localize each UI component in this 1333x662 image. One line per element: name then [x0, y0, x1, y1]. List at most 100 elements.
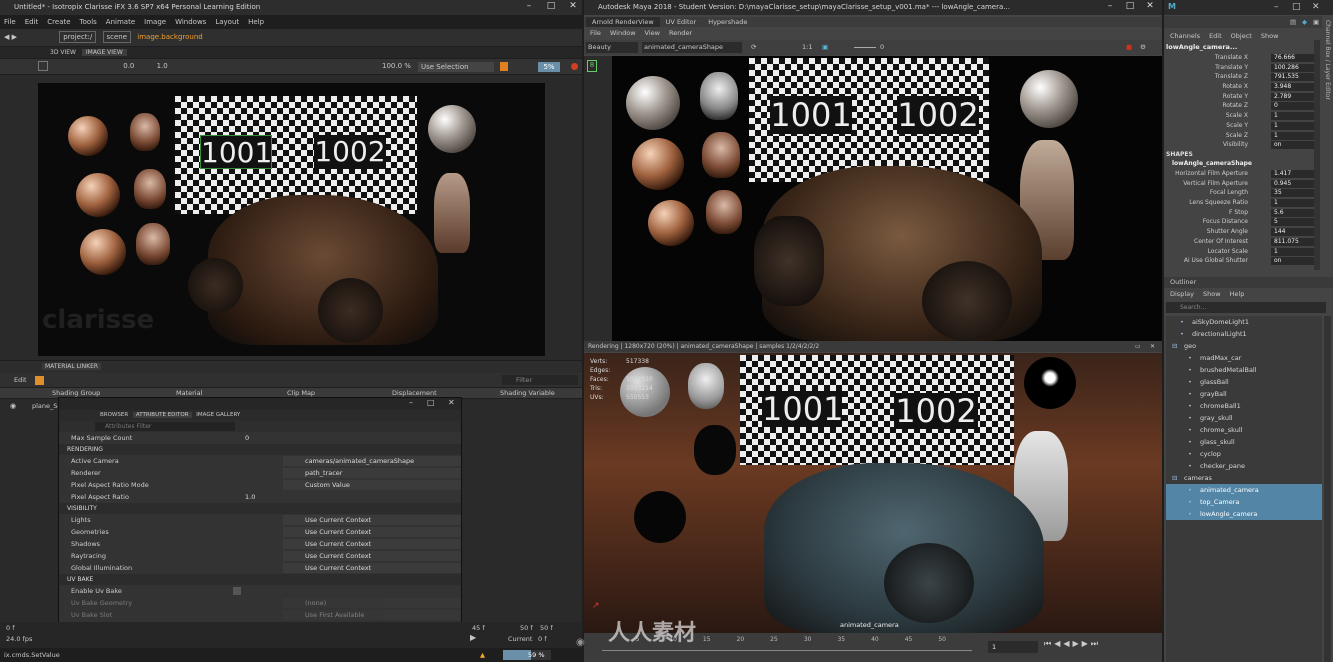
- menu-item-display[interactable]: Display: [1170, 289, 1194, 300]
- menu-item-create[interactable]: Create: [47, 16, 70, 28]
- enable-checkbox[interactable]: [233, 587, 241, 595]
- record-icon[interactable]: [571, 63, 578, 70]
- outliner-search[interactable]: Search...: [1166, 302, 1326, 313]
- close-button[interactable]: ✕: [1312, 2, 1320, 12]
- close-icon[interactable]: ✕: [1150, 341, 1155, 352]
- attributes-filter-input[interactable]: Attributes Filter: [95, 422, 235, 431]
- camera-dropdown[interactable]: animated_cameraShape: [642, 42, 742, 53]
- tab-uv-editor[interactable]: UV Editor: [660, 17, 703, 27]
- back-icon[interactable]: ◀: [4, 33, 9, 41]
- attr-value[interactable]: Use Current Context: [283, 539, 461, 549]
- layer-icon[interactable]: 8: [587, 60, 597, 72]
- channel-value[interactable]: 1: [1271, 199, 1316, 208]
- channel-value[interactable]: 1: [1271, 121, 1316, 130]
- play-icon[interactable]: ▶: [470, 633, 476, 642]
- render-settings-icon[interactable]: ⚙: [1140, 40, 1146, 55]
- channel-value[interactable]: 791.535: [1271, 73, 1316, 82]
- channel-row[interactable]: Translate Y 100.286: [1166, 63, 1316, 73]
- fps-value[interactable]: 24.0 fps: [6, 635, 32, 643]
- channel-row[interactable]: Scale Z 1: [1166, 131, 1316, 141]
- channel-row[interactable]: Rotate X 3.948: [1166, 82, 1316, 92]
- timeline-end[interactable]: 50 f: [540, 624, 553, 632]
- outliner-item[interactable]: • madMax_car: [1166, 352, 1322, 364]
- section-header[interactable]: UV BAKE: [59, 574, 461, 585]
- channel-row[interactable]: Center Of Interest 811.075: [1166, 237, 1316, 247]
- channel-row[interactable]: Horizontal Film Aperture 1.417: [1166, 169, 1316, 179]
- path-project[interactable]: project:/: [59, 31, 97, 43]
- outliner-item[interactable]: • aiSkyDomeLight1: [1166, 316, 1322, 328]
- pause-icon[interactable]: [500, 62, 508, 71]
- attr-value[interactable]: path_tracer: [283, 468, 461, 478]
- channel-row[interactable]: Vertical Film Aperture 0.945: [1166, 179, 1316, 189]
- channel-value[interactable]: 5.6: [1271, 208, 1316, 217]
- menu-item-edit[interactable]: Edit: [25, 16, 39, 28]
- channel-value[interactable]: 35: [1271, 189, 1316, 198]
- channel-row[interactable]: Focus Distance 5: [1166, 217, 1316, 227]
- minimize-button[interactable]: –: [409, 398, 413, 407]
- attr-value[interactable]: Use Current Context: [283, 551, 461, 561]
- channel-row[interactable]: Translate X 76.666: [1166, 53, 1316, 63]
- channel-value[interactable]: 1: [1271, 247, 1316, 256]
- menu-item-view[interactable]: View: [645, 28, 660, 39]
- path-scene[interactable]: scene: [102, 31, 132, 43]
- attr-value[interactable]: Use Current Context: [283, 563, 461, 573]
- attr-value[interactable]: 1.0: [235, 492, 461, 502]
- attr-value[interactable]: (none): [283, 598, 461, 608]
- maximize-button[interactable]: □: [1119, 1, 1141, 11]
- outliner-item[interactable]: • brushedMetalBall: [1166, 364, 1322, 376]
- channel-row[interactable]: Rotate Z 0: [1166, 101, 1316, 111]
- forward-icon[interactable]: ▶: [12, 33, 17, 41]
- tab-material-linker[interactable]: MATERIAL LINKER: [42, 363, 102, 370]
- close-button[interactable]: ✕: [1139, 1, 1161, 11]
- outliner-scrollbar[interactable]: [1324, 316, 1331, 662]
- attr-value[interactable]: Use Current Context: [283, 515, 461, 525]
- side-tab[interactable]: Channel Box / Layer Editor: [1321, 20, 1333, 260]
- attr-value[interactable]: Custom Value: [283, 480, 461, 490]
- menu-item-window[interactable]: Window: [610, 28, 636, 39]
- channel-icon[interactable]: ▤: [1290, 16, 1296, 28]
- tab-3d-view[interactable]: 3D VIEW: [46, 49, 80, 56]
- channel-row[interactable]: Focal Length 35: [1166, 188, 1316, 198]
- row-label[interactable]: plane_Sc: [32, 402, 61, 410]
- channel-row[interactable]: Visibility on: [1166, 140, 1316, 150]
- channel-value[interactable]: 1: [1271, 131, 1316, 140]
- channel-row[interactable]: Scale Y 1: [1166, 121, 1316, 131]
- channel-icon[interactable]: ◆: [1302, 16, 1307, 28]
- edit-menu[interactable]: Edit: [14, 376, 27, 384]
- filter-input[interactable]: Filter: [502, 375, 578, 385]
- close-button[interactable]: ✕: [448, 398, 455, 407]
- attr-value[interactable]: Use Current Context: [283, 527, 461, 537]
- channel-row[interactable]: Scale X 1: [1166, 111, 1316, 121]
- attr-value[interactable]: cameras/animated_cameraShape: [283, 456, 461, 466]
- menu-item-object[interactable]: Object: [1231, 31, 1252, 42]
- channel-value[interactable]: 76.666: [1271, 54, 1316, 62]
- region-icon[interactable]: ▣: [822, 40, 828, 55]
- ratio-label[interactable]: 1:1: [802, 40, 812, 55]
- arnold-renderview[interactable]: 8 1001 1002: [584, 56, 1162, 341]
- channel-value[interactable]: 811.075: [1271, 237, 1316, 246]
- outliner-item[interactable]: ⊟ cameras: [1166, 472, 1322, 484]
- column-header[interactable]: Shading Variable: [500, 388, 555, 398]
- playback-controls[interactable]: ⏮◀◀▶▶⏭: [1044, 639, 1101, 649]
- tab-browser[interactable]: BROWSER: [97, 412, 131, 418]
- menu-item-animate[interactable]: Animate: [106, 16, 135, 28]
- outliner-item[interactable]: • top_Camera: [1166, 496, 1322, 508]
- float-icon[interactable]: ▭: [1135, 341, 1141, 352]
- aov-dropdown[interactable]: Beauty: [586, 42, 638, 53]
- menu-item-channels[interactable]: Channels: [1170, 31, 1200, 42]
- outliner-item[interactable]: • chrome_skull: [1166, 424, 1322, 436]
- channel-row[interactable]: F Stop 5.6: [1166, 208, 1316, 218]
- current-frame-field[interactable]: 1: [988, 641, 1038, 653]
- outliner-item[interactable]: • directionalLight1: [1166, 328, 1322, 340]
- outliner-item[interactable]: • animated_camera: [1166, 484, 1322, 496]
- close-button[interactable]: ✕: [562, 1, 584, 11]
- channel-row[interactable]: Translate Z 791.535: [1166, 72, 1316, 82]
- zoom-value[interactable]: 100.0 %: [382, 59, 411, 74]
- exposure-value[interactable]: 0: [880, 40, 884, 55]
- channel-row[interactable]: Lens Squeeze Ratio 1: [1166, 198, 1316, 208]
- outliner-item[interactable]: ⊟ geo: [1166, 340, 1322, 352]
- channel-value[interactable]: 1: [1271, 112, 1316, 121]
- channel-value[interactable]: on: [1271, 257, 1316, 266]
- channel-value[interactable]: 2.789: [1271, 92, 1316, 101]
- stop-render-icon[interactable]: ■: [1126, 40, 1132, 55]
